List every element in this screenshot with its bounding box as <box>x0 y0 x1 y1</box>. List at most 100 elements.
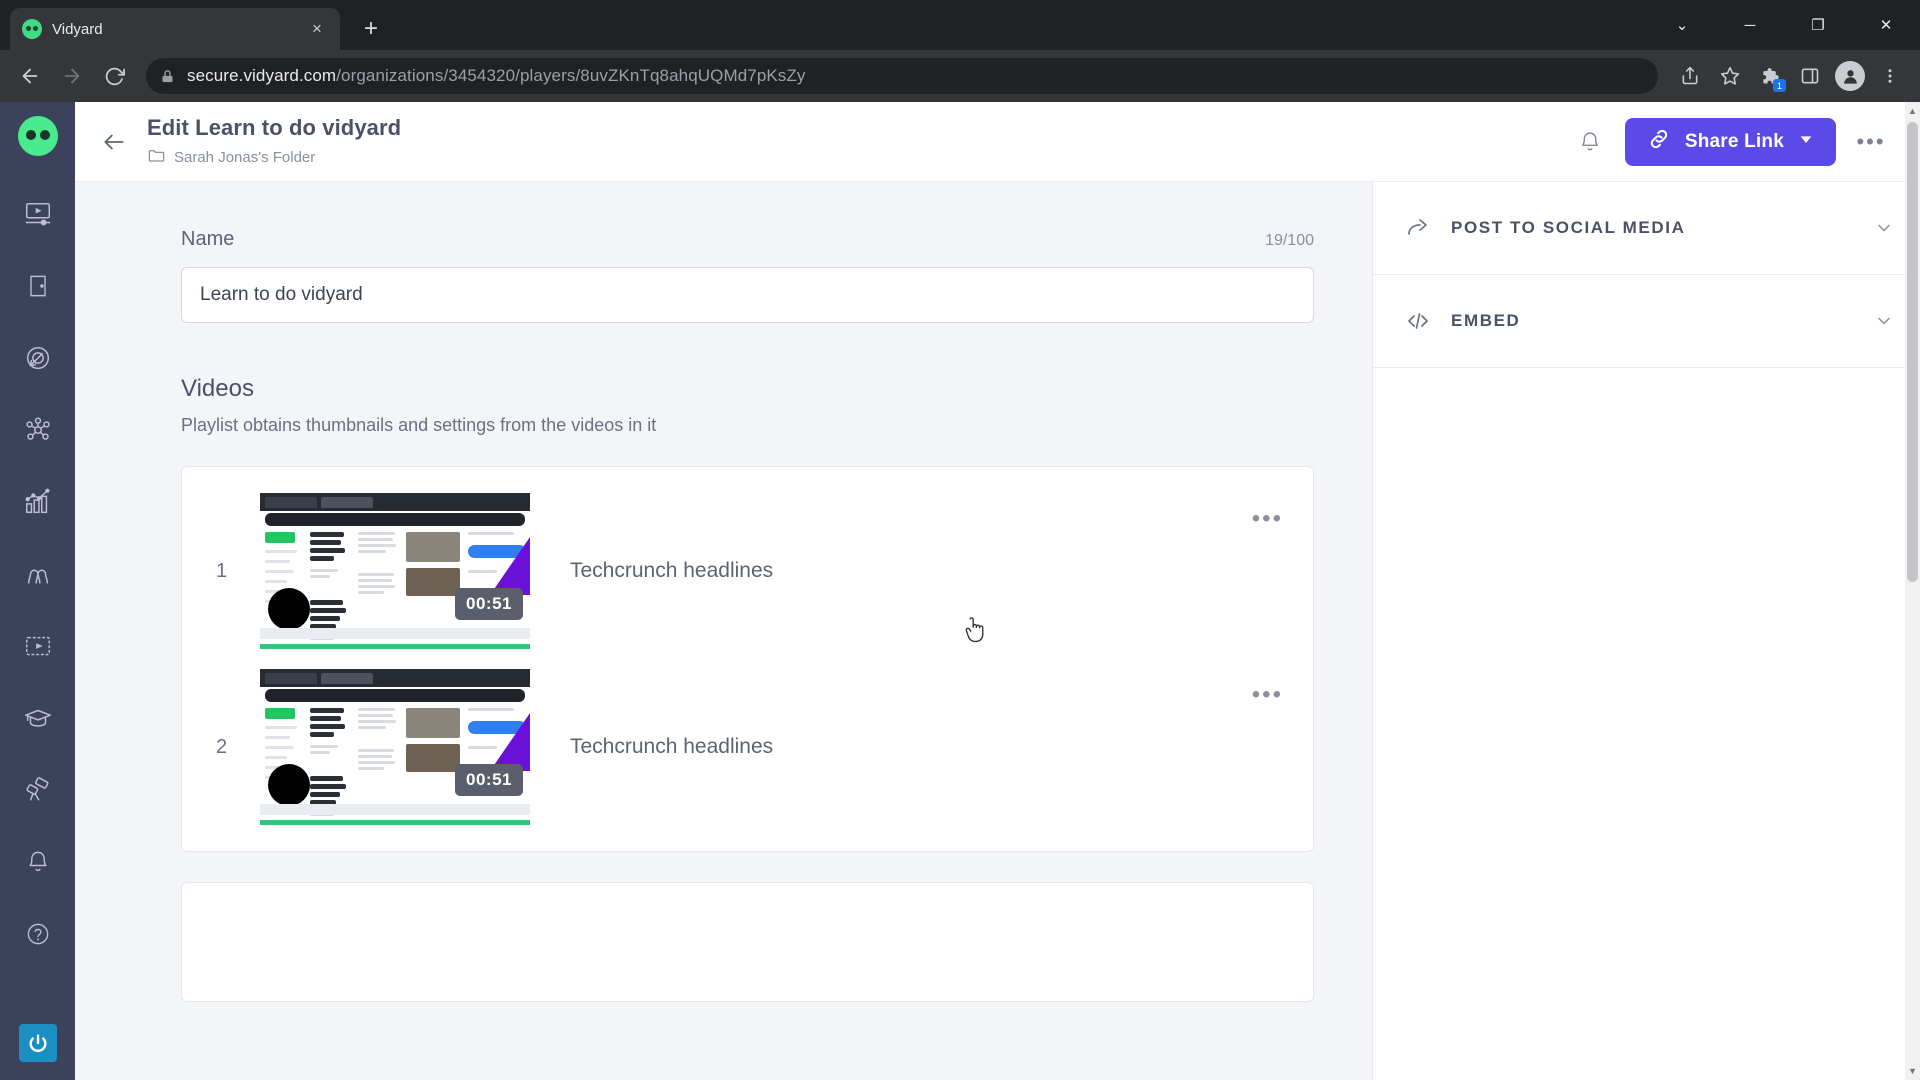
sidebar-item-integrations[interactable] <box>11 394 65 466</box>
thumb-text-column <box>354 526 402 639</box>
name-field-header: Name 19/100 <box>181 228 1314 251</box>
chevron-down-icon[interactable]: ⌄ <box>1648 0 1716 50</box>
main-inner: Name 19/100 Videos Playlist obtains thum… <box>75 228 1372 1002</box>
videos-list: 1 00:51 Techcrunch headlines ••• 2 00:51… <box>181 466 1314 852</box>
bookmark-star-icon[interactable] <box>1712 58 1748 94</box>
page-content: Edit Learn to do vidyard Sarah Jonas's F… <box>75 102 1920 1080</box>
breadcrumb[interactable]: Sarah Jonas's Folder <box>147 146 1555 169</box>
header-actions: Share Link ••• <box>1571 117 1890 166</box>
video-title: Techcrunch headlines <box>570 735 774 758</box>
reload-icon[interactable] <box>96 58 132 94</box>
sidebar-item-team[interactable] <box>11 538 65 610</box>
forward-icon[interactable] <box>54 58 90 94</box>
row-index: 1 <box>216 559 228 582</box>
name-label: Name <box>181 228 235 250</box>
sidebar-item-templates[interactable] <box>11 610 65 682</box>
new-tab-button[interactable]: + <box>354 12 388 46</box>
videos-section-title: Videos <box>181 375 254 402</box>
chevron-down-icon[interactable] <box>1874 311 1894 331</box>
thumb-article-column <box>306 526 354 640</box>
thumb-photo <box>406 744 460 772</box>
folder-icon <box>147 146 166 169</box>
thumb-photo <box>406 708 460 738</box>
close-window-icon[interactable]: ✕ <box>1852 0 1920 50</box>
panel-label: POST TO SOCIAL MEDIA <box>1451 218 1686 237</box>
table-row[interactable]: 1 00:51 Techcrunch headlines ••• <box>182 483 1313 659</box>
body-split: Name 19/100 Videos Playlist obtains thum… <box>75 182 1920 1080</box>
vidyard-logo-icon <box>22 19 42 39</box>
sidebar-item-discover[interactable] <box>11 754 65 826</box>
sidebar-item-prospecting[interactable] <box>11 322 65 394</box>
purple-triangle-annotation <box>490 713 530 771</box>
close-icon[interactable]: × <box>306 18 328 40</box>
panel-label: EMBED <box>1451 311 1521 330</box>
page-title: Edit Learn to do vidyard <box>147 115 402 141</box>
sidebar-item-virtual-room[interactable] <box>11 250 65 322</box>
webcam-bubble <box>268 764 310 806</box>
sidebar-item-academy[interactable] <box>11 682 65 754</box>
breadcrumb-folder-name: Sarah Jonas's Folder <box>174 148 316 166</box>
sidebar-item-analytics[interactable] <box>11 466 65 538</box>
tab-strip: Vidyard × + ⌄ ─ ❐ ✕ <box>0 0 1920 50</box>
thumb-tab-icon <box>265 496 317 508</box>
avatar <box>1835 61 1865 91</box>
browser-toolbar: secure.vidyard.com/organizations/3454320… <box>0 50 1920 102</box>
url-path: /organizations/3454320/players/8uvZKnTq8… <box>336 66 806 85</box>
sidebar-item-notifications[interactable] <box>11 826 65 898</box>
vidyard-logo-icon[interactable] <box>17 116 58 156</box>
minimize-icon[interactable]: ─ <box>1716 0 1784 50</box>
thumb-tab-icon <box>265 672 317 684</box>
purple-triangle-annotation <box>490 537 530 595</box>
video-thumbnail[interactable]: 00:51 <box>260 669 530 825</box>
thumb-photo <box>406 532 460 562</box>
row-index: 2 <box>216 735 228 758</box>
thumb-browser-bar <box>260 493 530 511</box>
code-brackets-icon <box>1405 309 1431 333</box>
panel-item-post-to-social-media[interactable]: POST TO SOCIAL MEDIA <box>1373 182 1920 275</box>
thumb-tab-icon <box>321 496 373 508</box>
techcrunch-logo-icon <box>265 532 295 543</box>
link-chain-icon <box>1647 127 1671 157</box>
browser-window: Vidyard × + ⌄ ─ ❐ ✕ secure.vidyard.com/o… <box>0 0 1920 1080</box>
name-input[interactable] <box>181 267 1314 323</box>
page-scrollbar[interactable]: ▲ ▼ <box>1905 102 1920 1080</box>
character-counter: 19/100 <box>1265 232 1314 249</box>
thumb-url-bar <box>265 513 525 526</box>
video-title: Techcrunch headlines <box>570 559 774 582</box>
video-thumbnail[interactable]: 00:51 <box>260 493 530 649</box>
app-area: Edit Learn to do vidyard Sarah Jonas's F… <box>0 102 1920 1080</box>
thumb-images-column <box>402 526 464 639</box>
scroll-down-arrow[interactable]: ▼ <box>1905 1062 1920 1080</box>
table-row[interactable]: 2 00:51 Techcrunch headlines ••• <box>182 659 1313 835</box>
chevron-down-icon[interactable] <box>1874 218 1894 238</box>
page-header: Edit Learn to do vidyard Sarah Jonas's F… <box>75 102 1920 182</box>
browser-tab[interactable]: Vidyard × <box>10 8 340 50</box>
more-options-button[interactable]: ••• <box>1852 123 1890 161</box>
maximize-icon[interactable]: ❐ <box>1784 0 1852 50</box>
panel-item-embed[interactable]: EMBED <box>1373 275 1920 368</box>
row-menu-button[interactable]: ••• <box>1252 505 1283 533</box>
scrollbar-thumb[interactable] <box>1907 122 1918 582</box>
sidebar-item-videos[interactable] <box>11 178 65 250</box>
share-link-button[interactable]: Share Link <box>1624 117 1836 166</box>
app-switcher-icon[interactable] <box>18 1024 57 1062</box>
side-panel-icon[interactable] <box>1792 58 1828 94</box>
toolbar-icons: 1 <box>1672 58 1908 94</box>
window-controls: ⌄ ─ ❐ ✕ <box>1648 0 1920 50</box>
chevron-down-icon <box>1798 131 1814 153</box>
sidebar-item-help[interactable] <box>11 898 65 970</box>
scroll-up-arrow[interactable]: ▲ <box>1905 102 1920 120</box>
back-icon[interactable] <box>12 58 48 94</box>
bell-icon[interactable] <box>1571 123 1609 161</box>
back-arrow-icon[interactable] <box>97 125 131 159</box>
videos-section-subtitle: Playlist obtains thumbnails and settings… <box>181 415 657 435</box>
extension-puzzle-icon[interactable]: 1 <box>1752 58 1788 94</box>
extension-badge: 1 <box>1773 79 1786 92</box>
profile-avatar-icon[interactable] <box>1832 58 1868 94</box>
address-bar[interactable]: secure.vidyard.com/organizations/3454320… <box>146 58 1658 94</box>
row-menu-button[interactable]: ••• <box>1252 681 1283 709</box>
share-icon[interactable] <box>1672 58 1708 94</box>
share-link-label: Share Link <box>1684 130 1784 152</box>
chrome-menu-icon[interactable] <box>1872 58 1908 94</box>
thumb-tab-icon <box>321 672 373 684</box>
